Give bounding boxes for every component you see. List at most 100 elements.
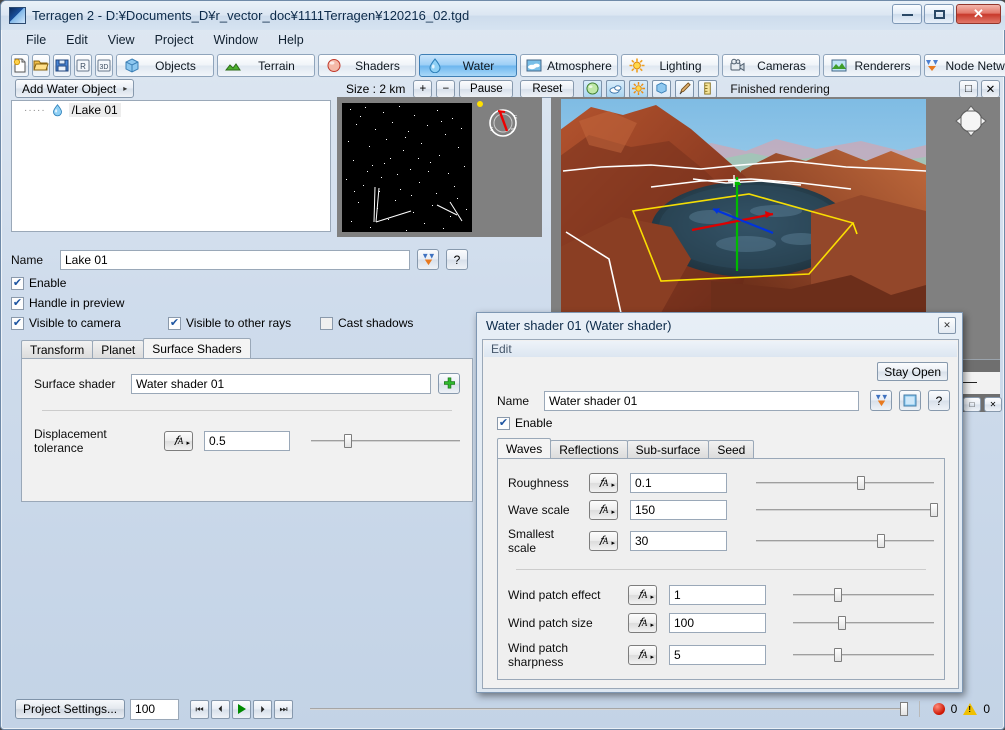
tab-lighting[interactable]: Lighting	[621, 54, 719, 77]
sun-icon[interactable]	[629, 79, 649, 98]
save-file-button[interactable]	[53, 54, 71, 77]
open-file-button[interactable]	[32, 54, 50, 77]
secondary-render-panel[interactable]: □ ✕	[961, 359, 1002, 412]
function-icon[interactable]: 𝑓 A ▸	[628, 645, 657, 665]
tab-node-network[interactable]: Node Network	[924, 54, 1005, 77]
node-icon[interactable]	[417, 249, 439, 270]
timeline-slider[interactable]	[310, 701, 908, 717]
function-icon[interactable]: 𝑓 A ▸	[589, 531, 618, 551]
roughness-slider[interactable]	[756, 475, 934, 491]
enable-checkbox[interactable]: ✔	[11, 276, 24, 290]
tab-sub-surface[interactable]: Sub-surface	[626, 440, 710, 458]
visible-to-other-rays-checkbox[interactable]: ✔	[168, 316, 181, 330]
view-navigation-gizmo[interactable]	[955, 105, 987, 137]
compass-icon[interactable]: E S S	[485, 105, 521, 141]
function-icon[interactable]: 𝑓 A ▸	[589, 473, 618, 493]
menu-view[interactable]: View	[99, 31, 144, 50]
3d-view-button[interactable]: 3D	[95, 54, 113, 77]
globe-icon[interactable]	[583, 79, 603, 98]
cube-icon[interactable]	[652, 79, 672, 98]
restore-render-button-2[interactable]: □	[963, 397, 981, 412]
tab-surface-shaders[interactable]: Surface Shaders	[143, 338, 251, 358]
handle-in-preview-checkbox[interactable]: ✔	[11, 296, 24, 310]
brush-icon[interactable]	[675, 79, 695, 98]
go-to-start-button[interactable]: ⏮	[190, 699, 210, 719]
smallest-scale-input[interactable]: 30	[630, 531, 727, 551]
close-render-button[interactable]: ✕	[981, 79, 1000, 98]
help-icon[interactable]: ?	[928, 390, 950, 411]
reset-button[interactable]: Reset	[520, 79, 575, 98]
close-render-button-2[interactable]: ✕	[984, 397, 1002, 412]
render-button[interactable]: R	[74, 54, 92, 77]
function-icon[interactable]: 𝑓 A ▸	[164, 431, 193, 451]
visible-to-other-rays-row[interactable]: ✔ Visible to other rays	[168, 316, 313, 330]
wind-patch-size-input[interactable]: 100	[669, 613, 766, 633]
top-down-preview-panel[interactable]: E S S	[337, 97, 542, 237]
cast-shadows-row[interactable]: ✔ Cast shadows	[320, 316, 413, 330]
displacement-tolerance-slider[interactable]	[311, 433, 460, 449]
tab-objects[interactable]: Objects	[116, 54, 214, 77]
add-water-object-button[interactable]: Add Water Object ▸	[15, 79, 135, 98]
menu-project[interactable]: Project	[146, 31, 203, 50]
function-icon[interactable]: 𝑓 A ▸	[628, 613, 657, 633]
tab-cameras[interactable]: Cameras	[722, 54, 820, 77]
next-frame-button[interactable]: ⏵	[253, 699, 273, 719]
tab-water[interactable]: Water	[419, 54, 517, 77]
zoom-out-button[interactable]: −	[436, 79, 456, 98]
play-button[interactable]	[232, 699, 252, 719]
stay-open-button[interactable]: Stay Open	[877, 362, 948, 381]
help-icon[interactable]: ?	[446, 249, 468, 270]
wind-patch-sharpness-input[interactable]: 5	[669, 645, 766, 665]
smallest-scale-slider[interactable]	[756, 533, 934, 549]
dialog-enable-row[interactable]: ✔ Enable	[497, 416, 552, 430]
previous-frame-button[interactable]: ⏴	[211, 699, 231, 719]
menu-window[interactable]: Window	[204, 31, 266, 50]
close-button[interactable]: ✕	[956, 4, 1001, 24]
tab-seed[interactable]: Seed	[708, 440, 755, 458]
preview-map-image[interactable]	[342, 103, 472, 232]
visible-to-camera-checkbox[interactable]: ✔	[11, 316, 24, 330]
wind-patch-sharpness-slider[interactable]	[793, 647, 934, 663]
wind-patch-effect-slider[interactable]	[793, 587, 934, 603]
displacement-tolerance-input[interactable]: 0.5	[204, 431, 290, 451]
project-settings-button[interactable]: Project Settings...	[15, 699, 126, 719]
tab-atmosphere[interactable]: Atmosphere	[520, 54, 618, 77]
node-icon[interactable]	[870, 390, 892, 411]
tab-shaders[interactable]: Shaders	[318, 54, 416, 77]
maximize-button[interactable]	[924, 4, 954, 24]
tab-terrain[interactable]: Terrain	[217, 54, 315, 77]
tab-reflections[interactable]: Reflections	[550, 440, 628, 458]
menu-edit[interactable]: Edit	[57, 31, 97, 50]
water-shader-dialog[interactable]: Water shader 01 (Water shader) ✕ Edit St…	[476, 312, 963, 693]
cloud-icon[interactable]	[606, 79, 626, 98]
restore-render-button[interactable]: □	[959, 79, 978, 98]
dialog-enable-checkbox[interactable]: ✔	[497, 416, 510, 430]
wind-patch-effect-input[interactable]: 1	[669, 585, 766, 605]
minimize-button[interactable]	[892, 4, 922, 24]
visible-to-camera-row[interactable]: ✔ Visible to camera	[11, 316, 161, 330]
preview-icon[interactable]	[899, 390, 921, 411]
wind-patch-size-slider[interactable]	[793, 615, 934, 631]
surface-shader-input[interactable]: Water shader 01	[130, 373, 432, 394]
list-item[interactable]: ····· /Lake 01	[12, 101, 330, 119]
roughness-input[interactable]: 0.1	[630, 473, 727, 493]
menu-help[interactable]: Help	[269, 31, 313, 50]
function-icon[interactable]: 𝑓 A ▸	[589, 500, 618, 520]
pause-button[interactable]: Pause	[459, 79, 514, 98]
plus-icon[interactable]	[438, 373, 460, 394]
tab-transform[interactable]: Transform	[21, 340, 94, 358]
cast-shadows-checkbox[interactable]: ✔	[320, 316, 333, 330]
tab-planet[interactable]: Planet	[92, 340, 145, 358]
frame-number-input[interactable]: 100	[130, 698, 180, 720]
wave-scale-slider[interactable]	[756, 502, 939, 518]
name-input[interactable]: Lake 01	[60, 249, 410, 270]
wave-scale-input[interactable]: 150	[630, 500, 727, 520]
dialog-name-input[interactable]: Water shader 01	[544, 390, 859, 411]
tab-renderers[interactable]: Renderers	[823, 54, 921, 77]
menu-file[interactable]: File	[17, 31, 55, 50]
dialog-menu-edit[interactable]: Edit	[491, 342, 512, 356]
function-icon[interactable]: 𝑓 A ▸	[628, 585, 657, 605]
dialog-close-button[interactable]: ✕	[938, 317, 956, 334]
new-file-button[interactable]	[11, 54, 29, 77]
render-image[interactable]	[561, 99, 926, 313]
